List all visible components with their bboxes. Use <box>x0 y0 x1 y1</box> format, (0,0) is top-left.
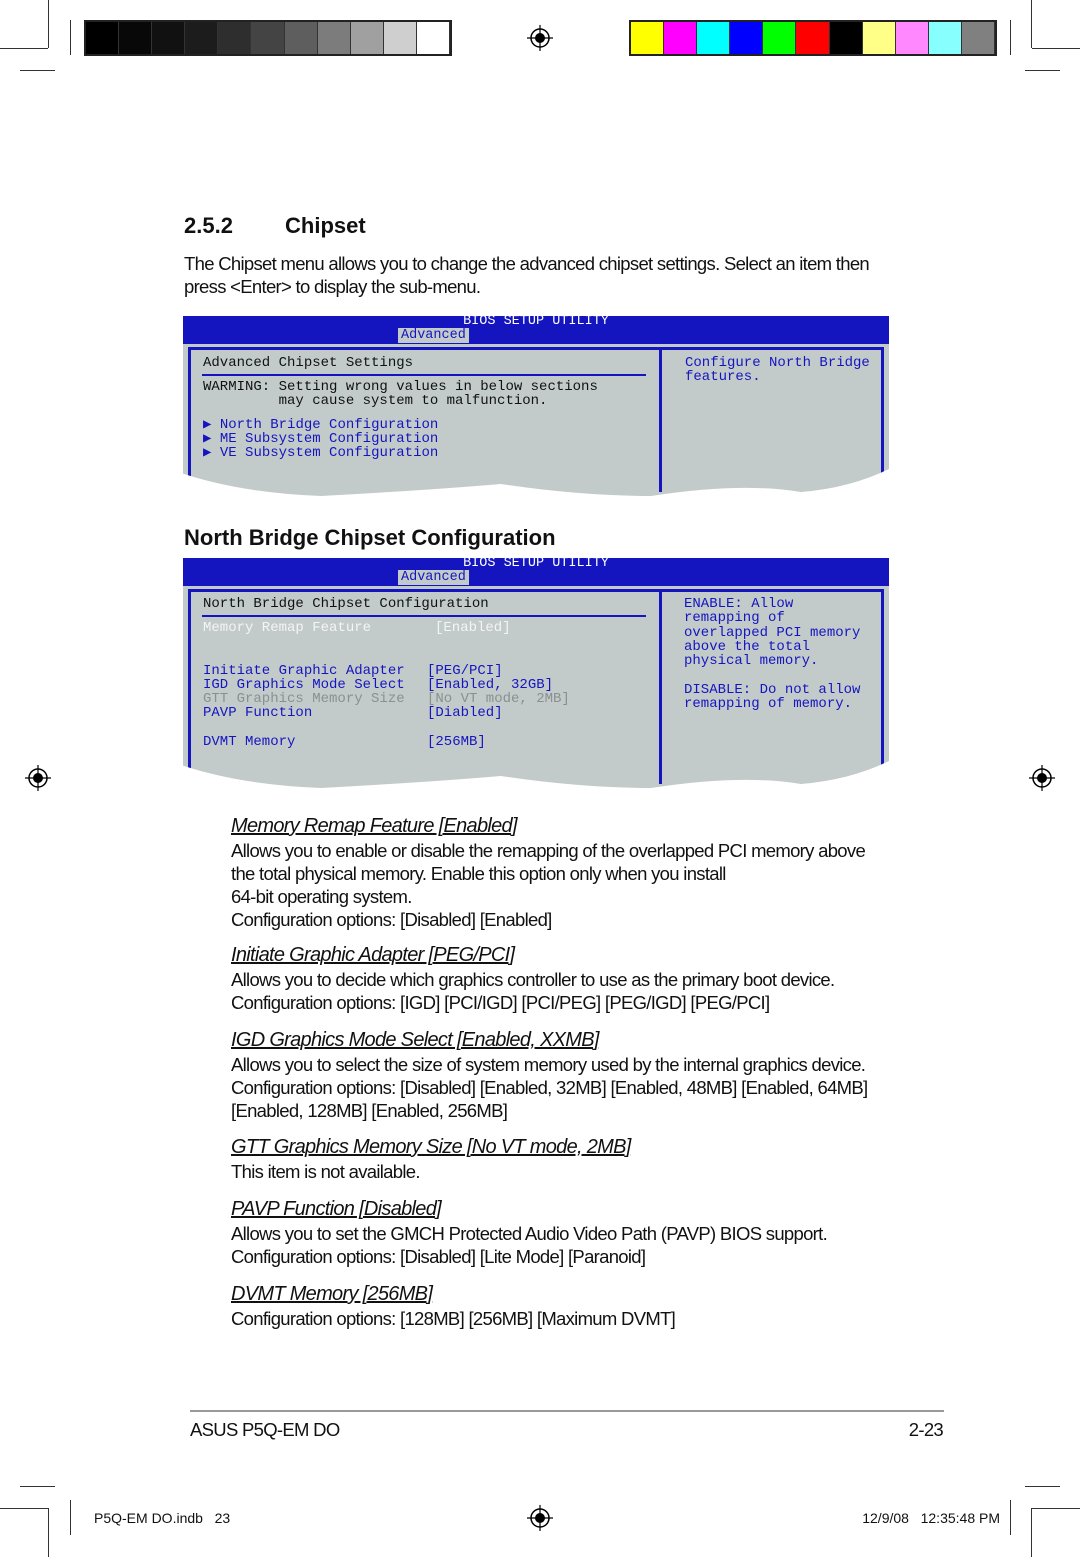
bios-screen-advanced-chipset: BIOS SETUP UTILITY Advanced Advanced Chip… <box>181 314 891 508</box>
bios-title: BIOS SETUP UTILITY <box>463 314 609 329</box>
divider <box>202 615 646 617</box>
setting-dvmt-memory[interactable]: DVMT Memory [256MB] <box>203 735 486 750</box>
section-title: Chipset <box>285 213 366 238</box>
grayscale-calibration-bar <box>84 20 452 56</box>
color-calibration-bar <box>629 20 997 56</box>
bios-heading: North Bridge Chipset Configuration <box>203 596 489 612</box>
footer-product: ASUS P5Q-EM DO <box>190 1419 340 1440</box>
swatch <box>631 22 665 54</box>
help-line: overlapped PCI memory <box>684 624 861 641</box>
crop-mark <box>0 1508 48 1509</box>
item-description: Configuration options: [128MB] [256MB] [… <box>231 1308 676 1329</box>
crop-mark <box>48 0 49 48</box>
item-description: Configuration options: [IGD] [PCI/IGD] [… <box>231 992 770 1013</box>
tab-advanced[interactable]: Advanced <box>398 328 469 343</box>
page-number: 2-23 <box>908 1419 944 1440</box>
item-description: Configuration options: [Disabled] [Lite … <box>231 1246 646 1267</box>
swatch <box>664 22 698 54</box>
item-description: This item is not available. <box>231 1161 421 1182</box>
help-line: features. <box>685 369 761 385</box>
crop-mark <box>1032 1508 1080 1509</box>
crop-mark <box>70 20 71 55</box>
swatch <box>86 22 120 54</box>
swatch <box>119 22 153 54</box>
section-number: 2.5.2 <box>184 213 233 238</box>
swatch <box>383 22 417 54</box>
crop-mark <box>1032 48 1080 49</box>
menu-item-ve-subsystem[interactable]: ▶ VE Subsystem Configuration <box>203 446 438 461</box>
crop-mark <box>70 1500 71 1535</box>
swatch <box>961 22 996 54</box>
item-title: PAVP Function [Disabled] <box>231 1198 442 1220</box>
setting-memory-remap[interactable]: Memory Remap Feature [Enabled] <box>203 621 511 636</box>
crop-mark <box>1025 1486 1060 1487</box>
item-title: Initiate Graphic Adapter [PEG/PCI] <box>231 944 515 966</box>
swatch <box>763 22 797 54</box>
crop-mark <box>1031 1508 1032 1557</box>
swatch <box>317 22 351 54</box>
item-description: 64-bit operating system. <box>231 886 412 907</box>
swatch <box>829 22 863 54</box>
swatch <box>185 22 219 54</box>
torn-edge <box>181 468 891 508</box>
torn-edge <box>181 760 891 800</box>
swatch <box>251 22 285 54</box>
crop-mark <box>1010 20 1011 55</box>
crop-mark <box>20 1486 55 1487</box>
warning-line: may cause system to malfunction. <box>203 393 548 409</box>
help-line: remapping of <box>684 610 785 627</box>
crop-mark <box>1010 1500 1011 1535</box>
item-description: the total physical memory. Enable this o… <box>231 863 726 884</box>
footer-rule <box>190 1410 944 1412</box>
item-title: GTT Graphics Memory Size [No VT mode, 2M… <box>231 1136 631 1158</box>
item-title: IGD Graphics Mode Select [Enabled, XXMB] <box>231 1029 599 1051</box>
item-description: Allows you to set the GMCH Protected Aud… <box>231 1223 828 1244</box>
registration-mark-icon <box>1029 765 1055 791</box>
manual-page: 2.5.2 Chipset The Chipset menu allows yo… <box>0 0 1080 1557</box>
swatch <box>730 22 764 54</box>
crop-mark <box>0 48 48 49</box>
help-line: physical memory. <box>684 653 819 670</box>
swatch <box>862 22 896 54</box>
swatch <box>284 22 318 54</box>
item-description: Allows you to select the size of system … <box>231 1054 866 1075</box>
swatch <box>697 22 731 54</box>
item-title: DVMT Memory [256MB] <box>231 1283 433 1305</box>
arrow-right-icon: ▶ <box>203 445 220 461</box>
item-description: Allows you to decide which graphics cont… <box>231 969 835 990</box>
crop-mark <box>20 70 55 71</box>
bios-title: BIOS SETUP UTILITY <box>463 556 609 571</box>
help-line: remapping of memory. <box>684 696 853 713</box>
slug-date: 12/9/08 12:35:48 PM <box>862 1510 1000 1526</box>
swatch <box>416 22 451 54</box>
swatch <box>152 22 186 54</box>
swatch <box>928 22 962 54</box>
item-description: Allows you to enable or disable the rema… <box>231 840 866 861</box>
swatch <box>350 22 384 54</box>
swatch <box>796 22 830 54</box>
swatch <box>895 22 929 54</box>
crop-mark <box>48 1508 49 1557</box>
item-description: Configuration options: [Disabled] [Enabl… <box>231 1077 868 1098</box>
slug-file: P5Q-EM DO.indb 23 <box>94 1510 231 1526</box>
registration-mark-icon <box>25 765 51 791</box>
registration-mark-icon <box>527 25 553 51</box>
item-description: Configuration options: [Disabled] [Enabl… <box>231 909 552 930</box>
item-title: Memory Remap Feature [Enabled] <box>231 815 518 837</box>
item-description: [Enabled, 128MB] [Enabled, 256MB] <box>231 1100 508 1121</box>
registration-mark-icon <box>527 1505 553 1531</box>
crop-mark <box>1031 0 1032 48</box>
setting-pavp-function[interactable]: PAVP Function [Diabled] <box>203 706 503 721</box>
bios-heading: Advanced Chipset Settings <box>203 355 414 371</box>
bios-screen-north-bridge: BIOS SETUP UTILITY Advanced North Bridge … <box>181 556 891 800</box>
tab-advanced[interactable]: Advanced <box>398 570 469 585</box>
swatch <box>218 22 252 54</box>
divider <box>202 374 646 376</box>
crop-mark <box>1025 70 1060 71</box>
section-intro: The Chipset menu allows you to change th… <box>184 253 870 297</box>
nb-config-heading: North Bridge Chipset Configuration <box>184 525 556 550</box>
